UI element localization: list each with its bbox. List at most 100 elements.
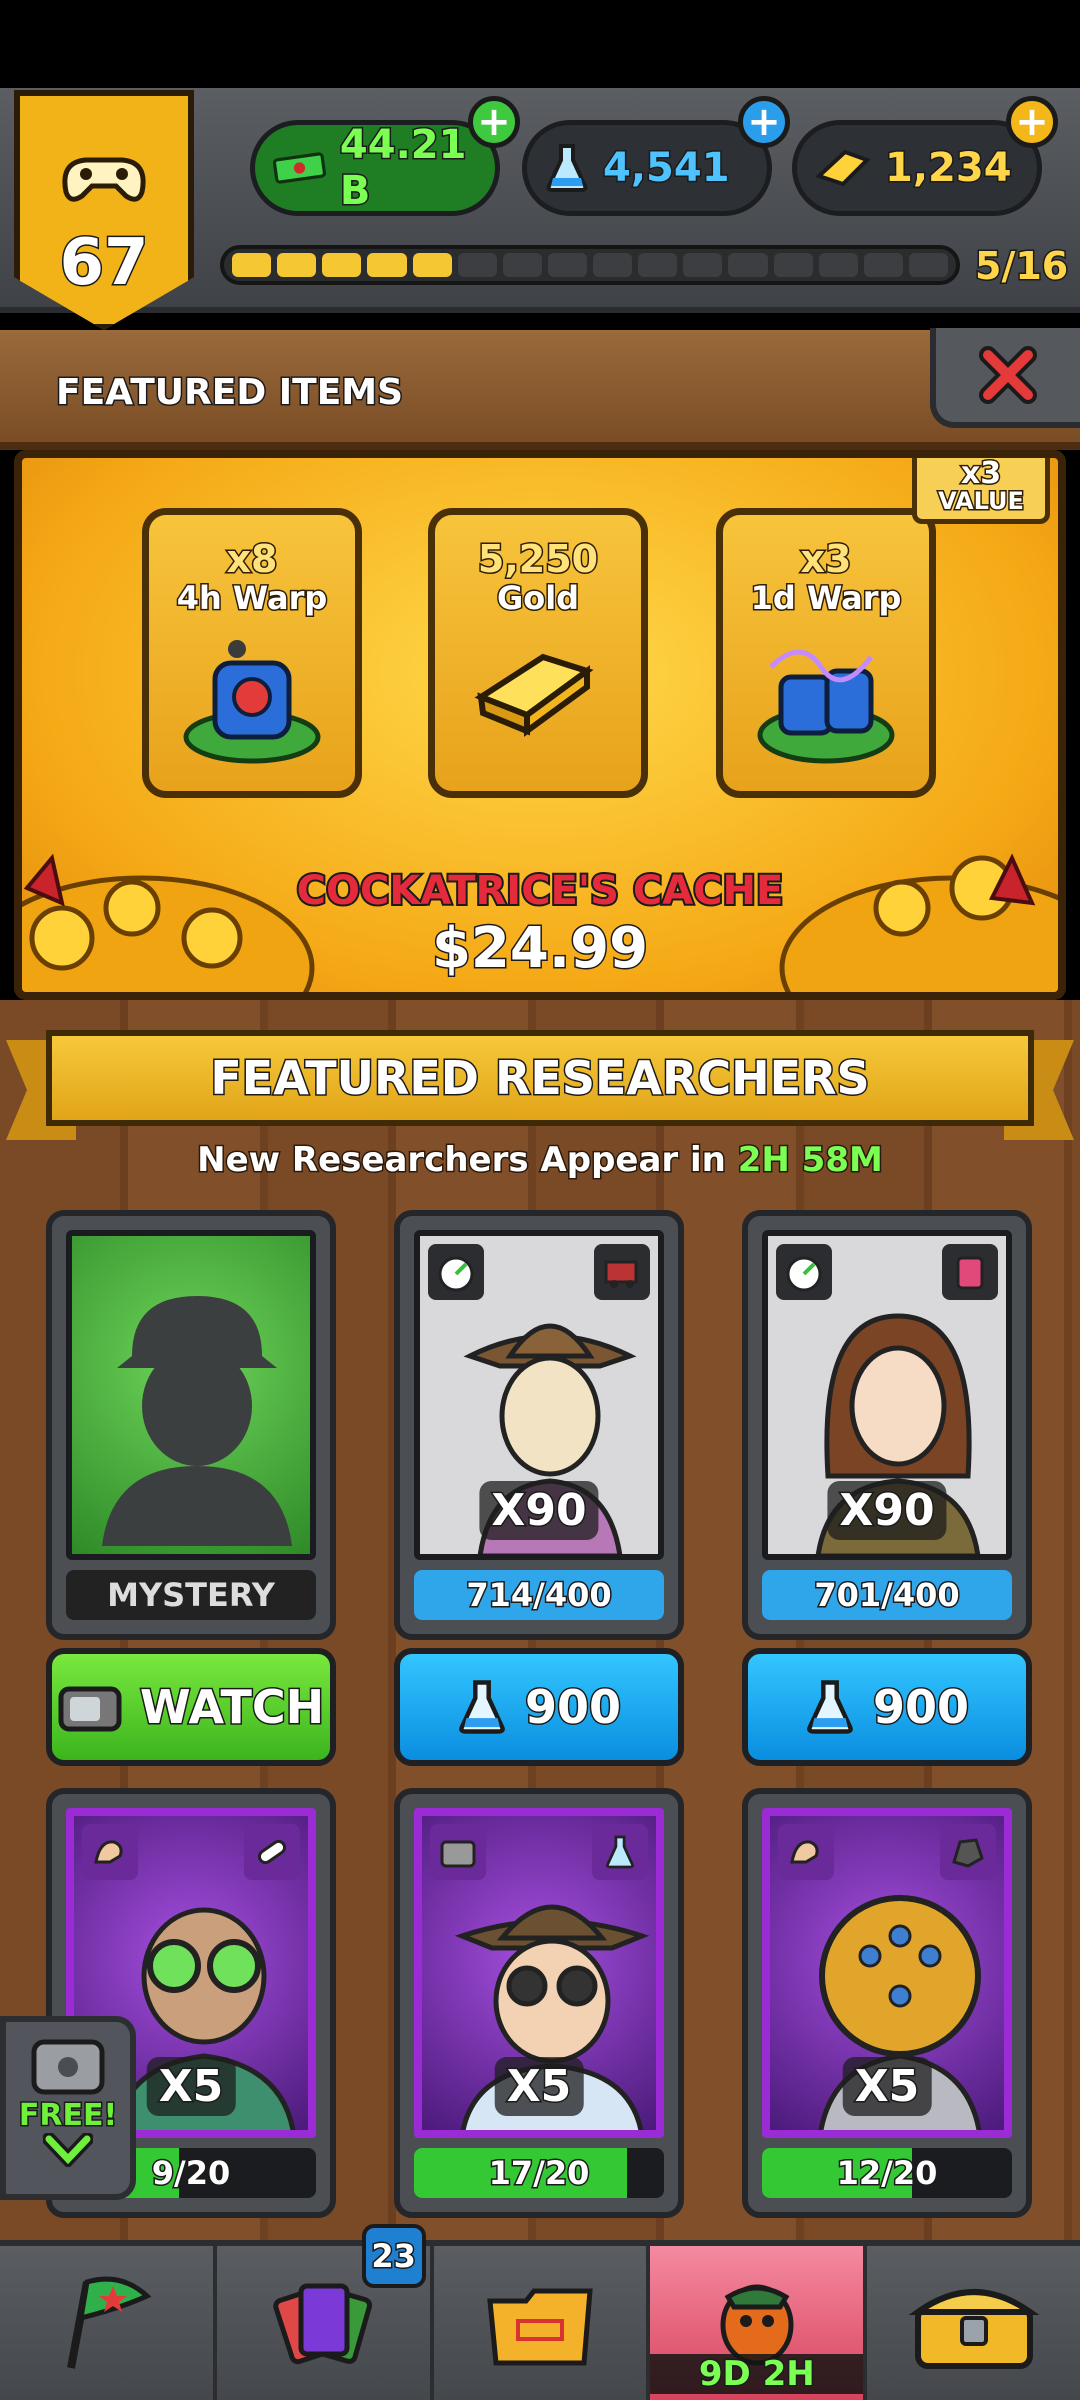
researcher-progress-text: 9/20 [150, 2153, 232, 2194]
add-cash-button[interactable]: + [468, 96, 520, 148]
tv-icon [58, 1686, 122, 1732]
cash-icon [273, 152, 326, 184]
researcher-progress-text: 17/20 [487, 2153, 591, 2194]
featured-card-gold[interactable]: 5,250 Gold [428, 508, 648, 798]
progress-segment [593, 253, 633, 277]
folder-icon [487, 2288, 593, 2366]
bundle-price[interactable]: $24.99 [22, 915, 1058, 983]
researcher-label-bar: MYSTERY [66, 1570, 316, 1620]
timer-prefix: New Researchers Appear in [196, 1139, 728, 1182]
warp-machine-icon [183, 640, 321, 764]
science-currency[interactable]: 4,541 [522, 120, 772, 216]
nav-files[interactable] [433, 2246, 651, 2400]
gold-bars-icon [474, 653, 594, 737]
researcher-progress-text: 12/20 [835, 2153, 939, 2194]
treasure-chest-icon [908, 2289, 1039, 2369]
featured-card-4h-warp[interactable]: x8 4h Warp [142, 508, 362, 798]
progress-segment [412, 253, 452, 277]
progress-segment [457, 253, 497, 277]
researcher-portrait: X90 [414, 1230, 664, 1560]
progress-segment [818, 253, 858, 277]
researcher-multiplier: X5 [494, 2057, 584, 2116]
warp-machine-icon [757, 649, 895, 764]
gold-currency[interactable]: 1,234 [792, 120, 1042, 216]
researcher-progress-text: 714/400 [465, 1575, 613, 1616]
nav-shop[interactable] [867, 2246, 1080, 2400]
featured-researchers-ribbon: FEATURED RESEARCHERS [46, 1030, 1034, 1126]
value-multiplier: x3 [959, 456, 1002, 491]
flag-icon [67, 2276, 152, 2369]
buy-price: 900 [871, 1679, 970, 1736]
free-reward-button[interactable]: FREE! [0, 2016, 136, 2200]
buy-price: 900 [523, 1679, 622, 1736]
nav-flag[interactable] [0, 2246, 217, 2400]
add-gold-button[interactable]: + [1006, 96, 1058, 148]
card-name: Gold [495, 578, 580, 619]
bundle-name: COCKATRICE'S CACHE [295, 866, 786, 916]
researcher-progress-bar: 12/20 [762, 2148, 1012, 2198]
chevron-down-icon [43, 2133, 93, 2167]
progress-segment [502, 253, 542, 277]
progress-segment [773, 253, 813, 277]
researcher-multiplier: X5 [146, 2057, 236, 2116]
featured-items-header: FEATURED ITEMS [0, 328, 1080, 450]
researcher-progress-bar: 17/20 [414, 2148, 664, 2198]
card-quantity: x8 [225, 536, 279, 583]
bottom-nav: 23 9D 2H [0, 2224, 1080, 2400]
researcher-card-woman[interactable]: X90 701/400 [742, 1210, 1032, 1640]
level-progress-bar [220, 245, 960, 285]
close-button[interactable] [930, 328, 1080, 428]
mystery-label: MYSTERY [107, 1576, 275, 1614]
timer-value: 2H 58M [736, 1139, 884, 1182]
flask-icon [546, 144, 588, 192]
value-tag: x3 VALUE [912, 458, 1050, 524]
progress-segment [638, 253, 678, 277]
watch-ad-button[interactable]: WATCH [46, 1648, 336, 1766]
buy-researcher-button[interactable]: 900 [394, 1648, 684, 1766]
level-number: 67 [58, 225, 150, 302]
science-value: 4,541 [602, 144, 732, 193]
progress-segment [683, 253, 723, 277]
researcher-card-cowboy[interactable]: X90 714/400 [394, 1210, 684, 1640]
nav-event[interactable]: 9D 2H [650, 2246, 868, 2400]
researcher-progress-bar: 701/400 [762, 1570, 1012, 1620]
researcher-card-deep-diver[interactable]: X5 12/20 [742, 1788, 1032, 2218]
cash-currency[interactable]: 44.21 B [250, 120, 500, 216]
progress-segment [547, 253, 587, 277]
researcher-progress-text: 701/400 [813, 1575, 961, 1616]
crate-icon [31, 2039, 105, 2095]
researcher-portrait: X90 [762, 1230, 1012, 1560]
free-label: FREE! [17, 2097, 118, 2135]
gold-value: 1,234 [884, 144, 1014, 193]
progress-segment [232, 253, 272, 277]
add-science-button[interactable]: + [738, 96, 790, 148]
close-icon [979, 346, 1037, 404]
researcher-multiplier: X5 [842, 2057, 932, 2116]
mystery-silhouette-icon [102, 1296, 292, 1546]
progress-segment [322, 253, 362, 277]
cash-value: 44.21 B [338, 121, 468, 216]
progress-segment [277, 253, 317, 277]
featured-card-1d-warp[interactable]: x3 1d Warp [716, 508, 936, 798]
researcher-portrait: X5 [762, 1808, 1012, 2138]
nav-cards[interactable]: 23 [216, 2224, 434, 2400]
researcher-portrait: X5 [414, 1808, 664, 2138]
researcher-card-hat-man[interactable]: X5 17/20 [394, 1788, 684, 2218]
featured-researchers-title: FEATURED RESEARCHERS [209, 1050, 871, 1107]
flask-icon [459, 1680, 505, 1734]
featured-items-panel[interactable]: x8 4h Warp 5,250 Gold x3 1d Warp x3 VALU… [14, 450, 1066, 1000]
card-quantity: 5,250 [476, 536, 599, 583]
progress-segment [367, 253, 407, 277]
cards-badge: 23 [361, 2224, 426, 2288]
progress-segment [863, 253, 903, 277]
value-label: VALUE [937, 487, 1026, 515]
buy-researcher-button[interactable]: 900 [742, 1648, 1032, 1766]
card-quantity: x3 [799, 536, 853, 583]
controller-icon [62, 157, 146, 202]
card-name: 1d Warp [749, 578, 903, 619]
progress-segment [728, 253, 768, 277]
featured-items-title: FEATURED ITEMS [54, 371, 404, 415]
researcher-multiplier: X90 [479, 1481, 599, 1540]
event-timer: 9D 2H [650, 2353, 864, 2396]
researcher-card-mystery[interactable]: MYSTERY [46, 1210, 336, 1640]
